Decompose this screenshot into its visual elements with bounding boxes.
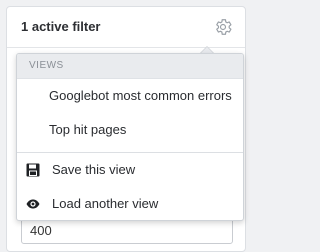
view-item-top-hit-pages[interactable]: Top hit pages [17, 113, 243, 147]
eye-icon [26, 199, 40, 209]
load-view-button[interactable]: Load another view [17, 187, 243, 220]
view-item-googlebot-errors[interactable]: Googlebot most common errors [17, 79, 243, 113]
views-section-header: VIEWS [17, 54, 243, 79]
views-dropdown-menu: VIEWS Googlebot most common errors Top h… [16, 53, 244, 221]
filter-panel-header: 1 active filter [7, 7, 245, 48]
gear-icon[interactable] [213, 17, 233, 37]
menu-caret [200, 46, 214, 53]
load-view-label: Load another view [52, 196, 159, 211]
save-view-label: Save this view [52, 162, 136, 177]
floppy-disk-icon [26, 163, 40, 177]
active-filter-count: 1 active filter [21, 19, 101, 34]
save-view-button[interactable]: Save this view [17, 153, 243, 187]
